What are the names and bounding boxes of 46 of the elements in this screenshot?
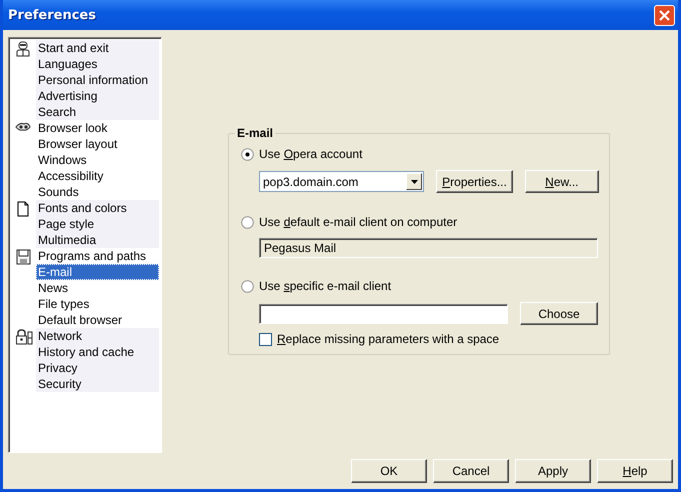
category-item[interactable]: News: [36, 280, 159, 296]
category-item[interactable]: History and cache: [36, 344, 159, 360]
category-item[interactable]: Programs and paths: [36, 248, 159, 264]
category-item[interactable]: Security: [36, 376, 159, 392]
category-item[interactable]: Search: [36, 104, 159, 120]
category-item[interactable]: Fonts and colors: [36, 200, 159, 216]
cancel-button[interactable]: Cancel: [433, 459, 509, 483]
category-item[interactable]: Start and exit: [36, 40, 159, 56]
category-item[interactable]: Sounds: [36, 184, 159, 200]
category-item[interactable]: Languages: [36, 56, 159, 72]
person-icon: [14, 41, 32, 57]
radio-button[interactable]: [241, 280, 254, 292]
close-icon: [659, 10, 670, 20]
category-item[interactable]: Privacy: [36, 360, 159, 376]
help-button[interactable]: Help: [597, 459, 673, 483]
radio-label[interactable]: Use Opera account: [259, 147, 362, 161]
radio-label[interactable]: Use specific e-mail client: [259, 279, 392, 293]
category-item[interactable]: Page style: [36, 216, 159, 232]
apply-button[interactable]: Apply: [515, 459, 591, 483]
checkbox[interactable]: [259, 332, 272, 346]
window-title: Preferences: [8, 8, 96, 22]
category-item[interactable]: Windows: [36, 152, 159, 168]
category-item[interactable]: File types: [36, 296, 159, 312]
category-item[interactable]: Browser look: [36, 120, 159, 136]
dropdown-arrow-icon: [410, 180, 418, 184]
choose-button[interactable]: Choose: [520, 302, 598, 325]
category-item[interactable]: Personal information: [36, 72, 159, 88]
email-client-field[interactable]: [259, 304, 508, 324]
group-title: E-mail: [235, 126, 276, 140]
category-item[interactable]: Accessibility: [36, 168, 159, 184]
category-item[interactable]: Advertising: [36, 88, 159, 104]
radio-button[interactable]: [241, 148, 254, 160]
category-item[interactable]: Multimedia: [36, 232, 159, 248]
category-item[interactable]: Default browser: [36, 312, 159, 328]
lock-icon: [14, 329, 32, 345]
category-item[interactable]: Browser layout: [36, 136, 159, 152]
properties-button[interactable]: Properties...: [436, 170, 513, 193]
radio-label[interactable]: Use default e-mail client on computer: [259, 215, 458, 229]
ok-button[interactable]: OK: [351, 459, 427, 483]
checkbox-label[interactable]: Replace missing parameters with a space: [277, 332, 500, 346]
close-button[interactable]: [654, 4, 675, 26]
category-item[interactable]: Network: [36, 328, 159, 344]
account-dropdown[interactable]: pop3.domain.com: [259, 171, 424, 192]
radio-button[interactable]: [241, 216, 254, 228]
category-item[interactable]: E-mail: [36, 264, 159, 280]
new-button[interactable]: New...: [524, 170, 599, 193]
